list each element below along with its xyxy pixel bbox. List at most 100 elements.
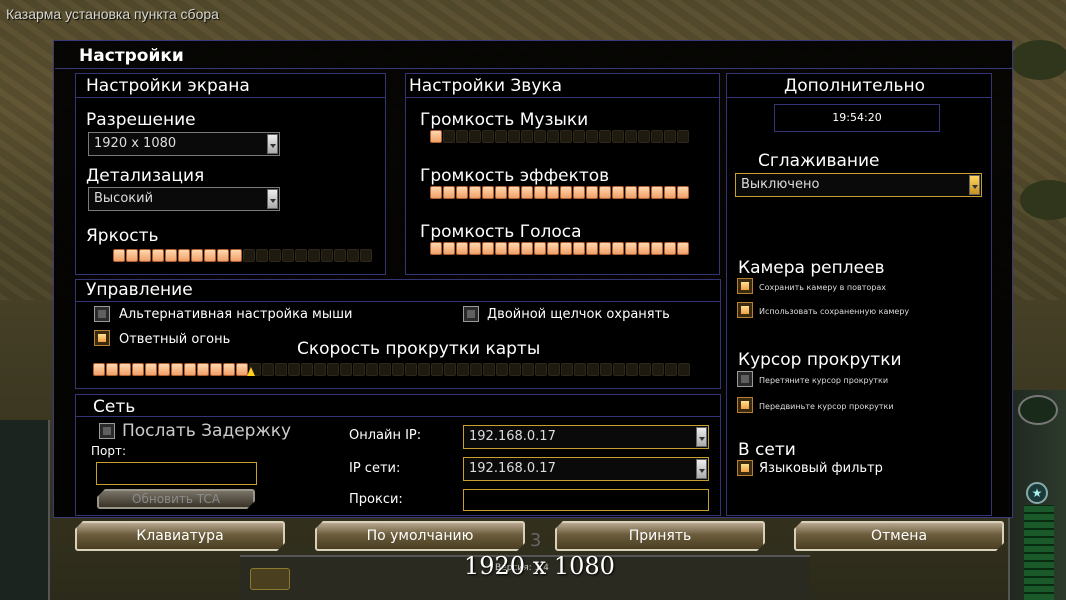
lan-ip-dropdown[interactable]: 192.168.0.17: [463, 457, 709, 481]
slider-segment[interactable]: [430, 130, 442, 143]
slider-segment[interactable]: [534, 186, 546, 199]
slider-segment[interactable]: [560, 242, 572, 255]
slider-segment[interactable]: [638, 130, 650, 143]
slider-segment[interactable]: [587, 363, 599, 376]
slider-segment[interactable]: [210, 363, 222, 376]
slider-segment[interactable]: [301, 363, 313, 376]
slider-segment[interactable]: [443, 242, 455, 255]
slider-segment[interactable]: [547, 186, 559, 199]
replay-opt1-checkbox[interactable]: [737, 278, 753, 294]
slider-segment[interactable]: [456, 130, 468, 143]
slider-segment[interactable]: [548, 363, 560, 376]
slider-segment[interactable]: [379, 363, 391, 376]
slider-segment[interactable]: [443, 186, 455, 199]
slider-segment[interactable]: [470, 363, 482, 376]
slider-segment[interactable]: [191, 249, 203, 262]
port-input[interactable]: [96, 462, 257, 485]
slider-segment[interactable]: [534, 130, 546, 143]
slider-segment[interactable]: [600, 363, 612, 376]
slider-segment[interactable]: [431, 363, 443, 376]
accept-button[interactable]: Принять: [555, 521, 765, 551]
slider-segment[interactable]: [482, 242, 494, 255]
keyboard-button[interactable]: Клавиатура: [75, 521, 285, 551]
slider-segment[interactable]: [184, 363, 196, 376]
detail-dropdown[interactable]: Высокий: [88, 187, 280, 211]
update-tca-button[interactable]: Обновить TCA: [97, 489, 255, 509]
slider-segment[interactable]: [626, 363, 638, 376]
slider-segment[interactable]: [561, 363, 573, 376]
cancel-button[interactable]: Отмена: [794, 521, 1004, 551]
slider-segment[interactable]: [392, 363, 404, 376]
slider-segment[interactable]: [288, 363, 300, 376]
scroll-speed-slider[interactable]: [93, 363, 691, 377]
slider-segment[interactable]: [340, 363, 352, 376]
slider-segment[interactable]: [171, 363, 183, 376]
lang-filter-checkbox[interactable]: [737, 460, 753, 476]
slider-segment[interactable]: [321, 249, 333, 262]
slider-segment[interactable]: [560, 130, 572, 143]
alt-mouse-checkbox[interactable]: [94, 306, 110, 322]
slider-segment[interactable]: [405, 363, 417, 376]
slider-segment[interactable]: [651, 130, 663, 143]
slider-segment[interactable]: [482, 130, 494, 143]
slider-segment[interactable]: [360, 249, 372, 262]
slider-segment[interactable]: [230, 249, 242, 262]
slider-segment[interactable]: [613, 363, 625, 376]
slider-segment[interactable]: [652, 363, 664, 376]
slider-segment[interactable]: [678, 363, 690, 376]
slider-segment[interactable]: [665, 363, 677, 376]
slider-segment[interactable]: [334, 249, 346, 262]
slider-segment[interactable]: [469, 186, 481, 199]
slider-segment[interactable]: [469, 130, 481, 143]
slider-segment[interactable]: [612, 130, 624, 143]
slider-segment[interactable]: [599, 186, 611, 199]
slider-segment[interactable]: [483, 363, 495, 376]
brightness-slider[interactable]: [113, 249, 373, 263]
slider-segment[interactable]: [534, 242, 546, 255]
slider-segment[interactable]: [625, 130, 637, 143]
chevron-down-icon[interactable]: [969, 175, 980, 195]
slider-segment[interactable]: [573, 130, 585, 143]
slider-segment[interactable]: [223, 363, 235, 376]
slider-segment[interactable]: [638, 186, 650, 199]
resolution-dropdown[interactable]: 1920 x 1080: [88, 132, 280, 156]
chevron-down-icon[interactable]: [696, 427, 707, 447]
replay-opt2-checkbox[interactable]: [737, 302, 753, 318]
slider-segment[interactable]: [547, 130, 559, 143]
slider-segment[interactable]: [639, 363, 651, 376]
slider-segment[interactable]: [677, 242, 689, 255]
effects-volume-slider[interactable]: [430, 186, 690, 200]
slider-segment[interactable]: [347, 249, 359, 262]
scroll-opt2-checkbox[interactable]: [737, 397, 753, 413]
slider-segment[interactable]: [106, 363, 118, 376]
slider-segment[interactable]: [495, 130, 507, 143]
slider-segment[interactable]: [664, 130, 676, 143]
slider-segment[interactable]: [664, 186, 676, 199]
slider-segment[interactable]: [508, 186, 520, 199]
slider-segment[interactable]: [314, 363, 326, 376]
slider-segment[interactable]: [178, 249, 190, 262]
slider-segment[interactable]: [145, 363, 157, 376]
slider-segment[interactable]: [158, 363, 170, 376]
proxy-input[interactable]: [463, 489, 709, 511]
music-volume-slider[interactable]: [430, 130, 690, 144]
slider-segment[interactable]: [308, 249, 320, 262]
slider-segment[interactable]: [366, 363, 378, 376]
slider-segment[interactable]: [651, 186, 663, 199]
slider-segment[interactable]: [444, 363, 456, 376]
online-ip-dropdown[interactable]: 192.168.0.17: [463, 425, 709, 449]
scroll-opt1-checkbox[interactable]: [737, 371, 753, 387]
slider-segment[interactable]: [521, 242, 533, 255]
slider-segment[interactable]: [612, 186, 624, 199]
slider-thumb-icon[interactable]: [247, 367, 255, 376]
slider-segment[interactable]: [256, 249, 268, 262]
slider-segment[interactable]: [139, 249, 151, 262]
slider-segment[interactable]: [456, 186, 468, 199]
slider-segment[interactable]: [522, 363, 534, 376]
slider-segment[interactable]: [573, 186, 585, 199]
chevron-down-icon[interactable]: [267, 134, 278, 154]
slider-segment[interactable]: [677, 186, 689, 199]
chevron-down-icon[interactable]: [696, 459, 707, 479]
chevron-down-icon[interactable]: [267, 189, 278, 209]
slider-segment[interactable]: [625, 242, 637, 255]
